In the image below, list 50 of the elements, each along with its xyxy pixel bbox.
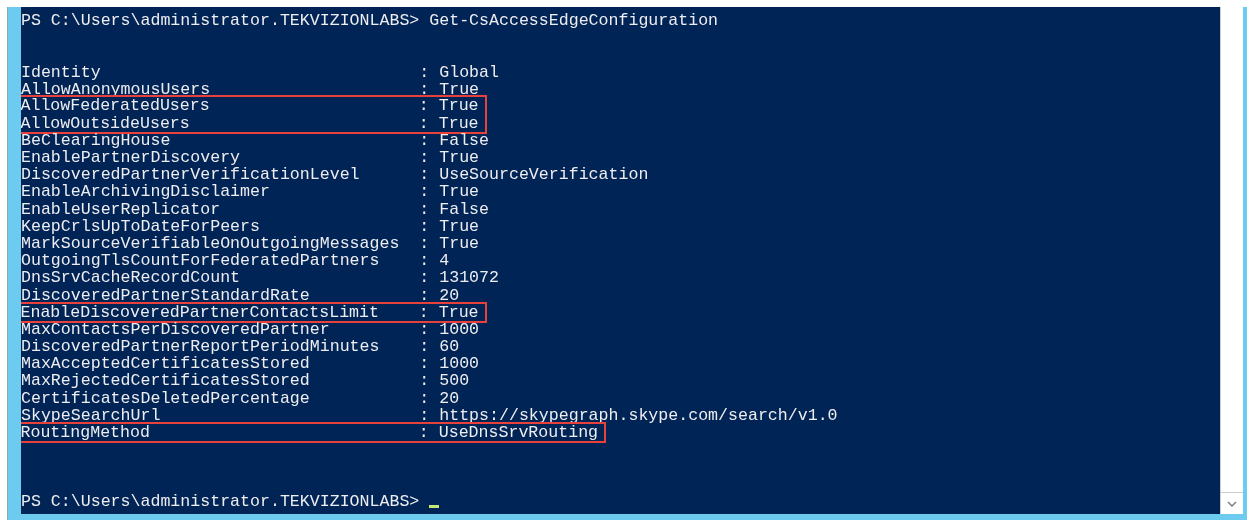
property-name: AllowFederatedUsers	[21, 97, 211, 115]
property-value: : 1000	[419, 355, 480, 373]
property-name: BeClearingHouse	[21, 131, 172, 150]
property-name: SkypeSearchUrl	[21, 406, 161, 425]
property-value: : False	[419, 131, 490, 150]
property-value: : True	[418, 303, 479, 321]
property-name: KeepCrlsUpToDateForPeers	[21, 217, 261, 235]
property-value: : 20	[419, 389, 460, 407]
property-name: Identity	[21, 63, 102, 81]
property-name: MaxRejectedCertificatesStored	[21, 372, 311, 390]
property-name: OutgoingTlsCountForFederatedPartners	[21, 252, 381, 270]
text-cursor	[429, 505, 440, 508]
property-value: : True	[419, 217, 480, 235]
property-value: : Global	[419, 63, 499, 81]
property-name: DiscoveredPartnerReportPeriodMinutes	[21, 338, 381, 356]
property-value: : 131072	[419, 269, 499, 287]
property-name: EnableDiscoveredPartnerContactsLimit	[21, 303, 380, 321]
property-value: : 1000	[419, 320, 480, 339]
property-value: : 20	[419, 286, 460, 304]
property-value: : True	[419, 183, 480, 201]
property-value: : True	[419, 80, 480, 98]
property-name: DnsSrvCacheRecordCount	[21, 269, 242, 287]
property-value: : 4	[419, 252, 450, 270]
property-value: : True	[418, 114, 479, 132]
property-name: DiscoveredPartnerVerificationLevel	[21, 166, 361, 184]
property-name: DiscoveredPartnerStandardRate	[21, 286, 311, 304]
property-name: EnableUserReplicator	[21, 200, 222, 218]
property-value: : https://skypegraph.skype.com/search/v1.0	[419, 406, 838, 425]
property-value: : True	[419, 234, 480, 253]
property-name: RoutingMethod	[21, 424, 151, 442]
property-value: : 60	[419, 338, 460, 356]
property-name: MaxContactsPerDiscoveredPartner	[21, 320, 331, 339]
prompt-text: PS C:\Users\administrator.TEKVIZIONLABS>	[21, 12, 420, 30]
property-value: : False	[419, 200, 490, 218]
property-name: AllowOutsideUsers	[21, 114, 191, 132]
property-name: MaxAcceptedCertificatesStored	[21, 355, 311, 373]
property-value: : True	[418, 97, 479, 115]
property-value: : UseSourceVerification	[419, 166, 649, 184]
property-name: AllowAnonymousUsers	[21, 80, 212, 98]
property-value: : True	[419, 149, 480, 167]
chevron-down-icon	[1227, 500, 1237, 507]
property-name: MarkSourceVerifiableOnOutgoingMessages	[21, 234, 401, 253]
property-name: EnableArchivingDisclaimer	[21, 183, 271, 201]
prompt-text: PS C:\Users\administrator.TEKVIZIONLABS>	[21, 492, 420, 510]
scrollbar[interactable]	[1220, 7, 1243, 514]
property-name: CertificatesDeletedPercentage	[21, 389, 311, 407]
property-value: : 500	[419, 372, 470, 390]
command-text: Get-CsAccessEdgeConfiguration	[429, 12, 719, 30]
property-value: : UseDnsSrvRouting	[418, 424, 599, 442]
property-name: EnablePartnerDiscovery	[21, 149, 242, 167]
